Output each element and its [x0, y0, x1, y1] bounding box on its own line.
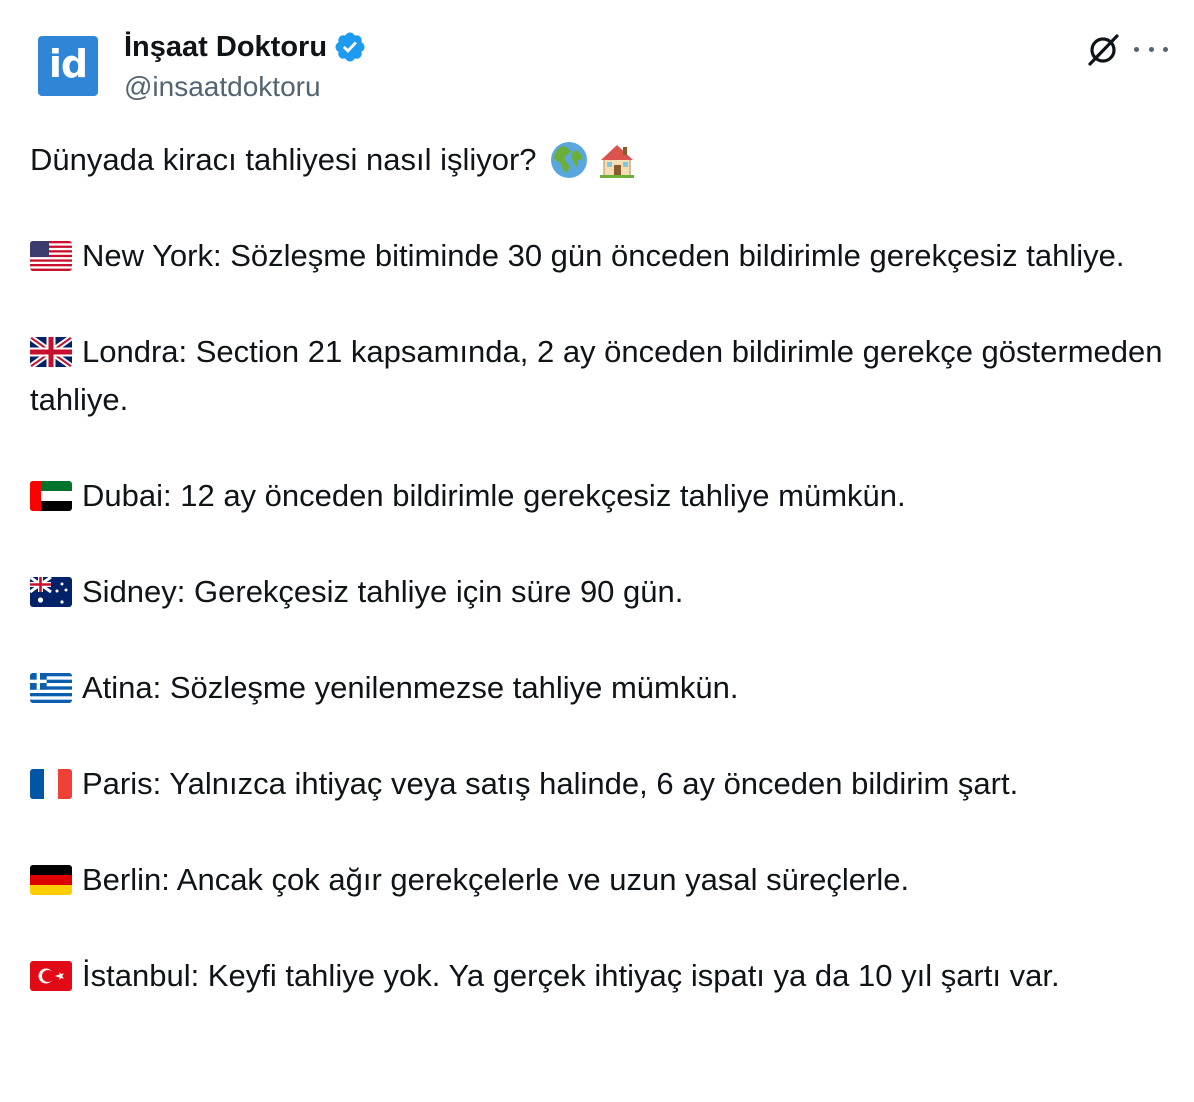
entry-new-york: New York: Sözleşme bitiminde 30 gün önce… — [30, 232, 1170, 280]
verified-badge-icon[interactable] — [333, 30, 367, 64]
avatar-logo-text: id — [48, 42, 88, 86]
avatar[interactable]: id — [38, 36, 98, 96]
entry-text: Dubai: 12 ay önceden bildirimle gerekçes… — [82, 478, 906, 513]
entry-dubai: Dubai: 12 ay önceden bildirimle gerekçes… — [30, 472, 1170, 520]
entry-athens: Atina: Sözleşme yenilenmezse tahliye müm… — [30, 664, 1170, 712]
us-flag-icon — [30, 241, 72, 271]
entry-paris: Paris: Yalnızca ihtiyaç veya satış halin… — [30, 760, 1170, 808]
germany-flag-icon — [30, 865, 72, 895]
entry-text: New York: Sözleşme bitiminde 30 gün önce… — [82, 238, 1125, 273]
display-name[interactable]: İnşaat Doktoru — [124, 30, 327, 64]
globe-africa-emoji-icon — [549, 140, 589, 180]
entry-text: Sidney: Gerekçesiz tahliye için süre 90 … — [82, 574, 684, 609]
tweet-intro: Dünyada kiracı tahliyesi nasıl işliyor? — [30, 136, 1170, 184]
more-dot — [1148, 46, 1154, 52]
greece-flag-icon — [30, 673, 72, 703]
tweet: id İnşaat Doktoru @insaatdoktoru Dünyada… — [0, 0, 1194, 1102]
uae-flag-icon — [30, 481, 72, 511]
intro-text: Dünyada kiracı tahliyesi nasıl işliyor? — [30, 142, 537, 177]
house-emoji-icon — [597, 140, 637, 180]
author-handle[interactable]: @insaatdoktoru — [124, 70, 321, 104]
entry-london: Londra: Section 21 kapsamında, 2 ay önce… — [30, 328, 1170, 424]
grok-icon[interactable] — [1084, 30, 1124, 70]
entry-text: Atina: Sözleşme yenilenmezse tahliye müm… — [82, 670, 739, 705]
entry-text: İstanbul: Keyfi tahliye yok. Ya gerçek i… — [82, 958, 1060, 993]
tweet-text: Dünyada kiracı tahliyesi nasıl işliyor? — [30, 136, 1170, 1000]
france-flag-icon — [30, 769, 72, 799]
entry-text: Londra: Section 21 kapsamında, 2 ay önce… — [30, 334, 1163, 417]
uk-flag-icon — [30, 337, 72, 367]
entry-text: Berlin: Ancak çok ağır gerekçelerle ve u… — [82, 862, 910, 897]
entry-istanbul: İstanbul: Keyfi tahliye yok. Ya gerçek i… — [30, 952, 1170, 1000]
author-name-row: İnşaat Doktoru — [124, 30, 367, 64]
more-dot — [1163, 46, 1168, 52]
entry-berlin: Berlin: Ancak çok ağır gerekçelerle ve u… — [30, 856, 1170, 904]
tweet-header: id İnşaat Doktoru @insaatdoktoru — [38, 28, 1168, 108]
turkey-flag-icon — [30, 961, 72, 991]
entry-sydney: Sidney: Gerekçesiz tahliye için süre 90 … — [30, 568, 1170, 616]
more-options-icon[interactable] — [1134, 34, 1168, 64]
entry-text: Paris: Yalnızca ihtiyaç veya satış halin… — [82, 766, 1019, 801]
more-dot — [1134, 46, 1139, 52]
australia-flag-icon — [30, 577, 72, 607]
